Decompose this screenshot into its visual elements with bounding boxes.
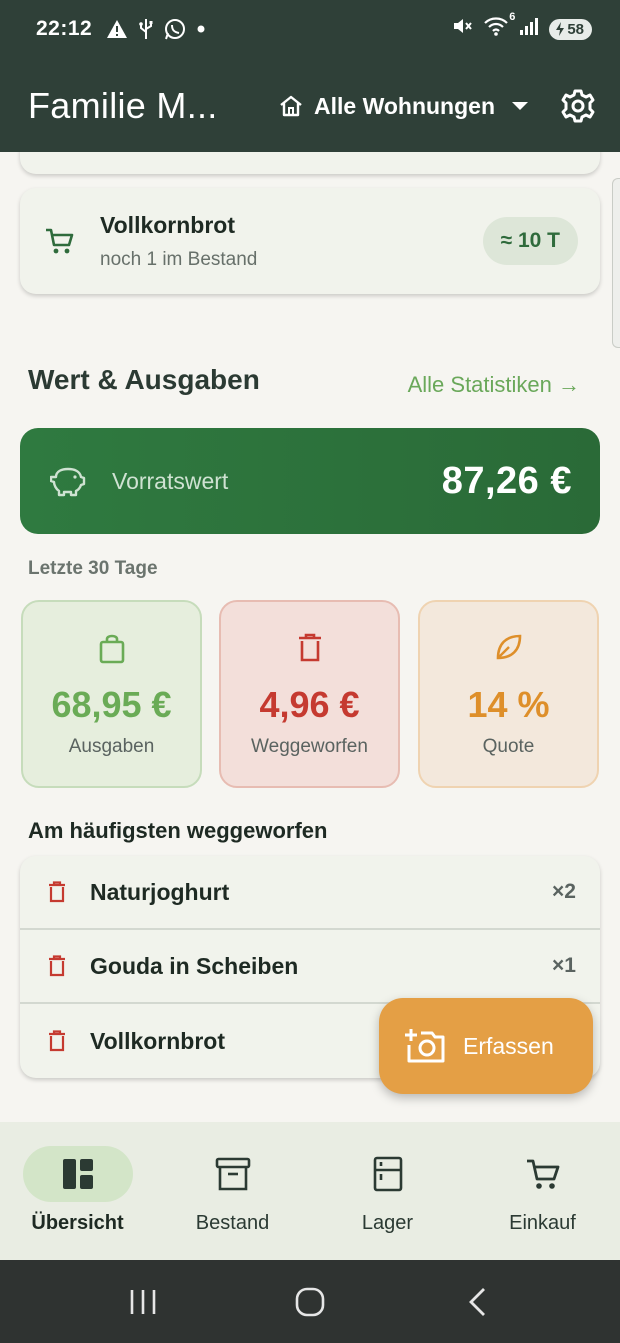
stat-spending-label: Ausgaben (68, 736, 155, 757)
dropdown-arrow-icon (511, 101, 529, 111)
stat-quota-label: Quote (482, 736, 535, 757)
alert-icon (106, 19, 128, 39)
nav-shopping-label: Einkauf (509, 1212, 576, 1234)
stats-section-header: Wert & Ausgaben Alle Statistiken → (28, 362, 580, 398)
usb-icon (138, 18, 154, 40)
settings-button[interactable] (560, 88, 596, 124)
system-navigation-bar (0, 1260, 620, 1343)
stock-value-amount: 87,26 € (441, 459, 572, 502)
home-select-label: Alle Wohnungen (314, 92, 496, 119)
expiring-item-card[interactable]: Vollkornbrot noch 1 im Bestand ≈ 10 T (20, 188, 600, 294)
fridge-icon (333, 1146, 443, 1202)
app-title: Familie M... (28, 85, 218, 126)
shopping-bag-icon (98, 632, 126, 666)
trash-icon (48, 1030, 68, 1052)
nav-shopping[interactable]: Einkauf (465, 1122, 620, 1260)
wifi-icon: 6 (483, 11, 515, 43)
dot-icon (196, 24, 206, 34)
home-icon (278, 94, 304, 118)
capture-fab-label: Erfassen (463, 1032, 554, 1059)
bottom-navigation: Übersicht Bestand Lager Einkauf (0, 1122, 620, 1260)
home-circle-icon (295, 1287, 325, 1317)
nav-overview[interactable]: Übersicht (0, 1122, 155, 1260)
scrollbar[interactable] (612, 178, 620, 348)
list-item[interactable]: Naturjoghurt ×2 (20, 856, 600, 930)
wasted-item-name: Gouda in Scheiben (90, 952, 299, 979)
signal-icon (519, 16, 539, 42)
nav-overview-label: Übersicht (31, 1212, 124, 1234)
settings-icon (560, 88, 596, 124)
stock-value-card[interactable]: Vorratswert 87,26 € (20, 428, 600, 534)
all-statistics-link[interactable]: Alle Statistiken → (408, 372, 580, 398)
dashboard-icon (22, 1146, 133, 1202)
stat-spending-value: 68,95 € (51, 684, 172, 725)
stat-wasted-value: 4,96 € (259, 684, 360, 725)
wifi-badge: 6 (509, 11, 516, 23)
item-stock-text: noch 1 im Bestand (100, 248, 258, 270)
cart-icon (44, 226, 78, 256)
stock-value-label: Vorratswert (112, 467, 229, 494)
trash-icon (297, 632, 323, 666)
battery-icon: 58 (549, 18, 592, 40)
back-icon (467, 1287, 487, 1317)
trash-icon (48, 881, 68, 903)
archive-icon (178, 1146, 288, 1202)
leaf-icon (494, 632, 524, 666)
nav-storage[interactable]: Lager (310, 1122, 465, 1260)
stat-tile-quota[interactable]: 14 % Quote (418, 600, 599, 788)
nav-stock-label: Bestand (195, 1212, 270, 1234)
list-item[interactable]: Gouda in Scheiben ×1 (20, 930, 600, 1004)
status-time: 22:12 (36, 17, 93, 40)
recent-apps-icon (128, 1289, 158, 1315)
period-label: Letzte 30 Tage (28, 558, 158, 579)
stat-quota-value: 14 % (467, 684, 550, 725)
previous-card-edge (20, 152, 600, 174)
nav-stock[interactable]: Bestand (155, 1122, 310, 1260)
back-button[interactable] (437, 1287, 517, 1317)
status-bar: 22:12 6 58 (0, 0, 620, 58)
stat-wasted-label: Weggeworfen (251, 736, 368, 757)
wasted-item-name: Vollkornbrot (90, 1027, 226, 1054)
stat-tile-spending[interactable]: 68,95 € Ausgaben (21, 600, 202, 788)
cart-icon (488, 1146, 598, 1202)
nav-storage-label: Lager (361, 1212, 414, 1234)
wasted-item-count: ×1 (552, 954, 576, 977)
whatsapp-icon (164, 18, 186, 40)
battery-level: 58 (567, 20, 584, 38)
days-left-badge: ≈ 10 T (482, 217, 578, 265)
wasted-item-name: Naturjoghurt (90, 878, 230, 905)
home-button[interactable] (270, 1287, 350, 1317)
capture-fab-button[interactable]: Erfassen (379, 998, 593, 1094)
main-content[interactable]: Vollkornbrot noch 1 im Bestand ≈ 10 T We… (0, 152, 620, 1122)
app-bar: Familie M... Alle Wohnungen (0, 60, 620, 152)
trash-icon (48, 955, 68, 977)
recent-apps-button[interactable] (103, 1289, 183, 1315)
section-title: Wert & Ausgaben (28, 364, 260, 395)
item-name: Vollkornbrot (100, 211, 236, 238)
most-wasted-title: Am häufigsten weggeworfen (28, 818, 328, 843)
home-select-dropdown[interactable]: Alle Wohnungen (278, 93, 529, 120)
mute-icon (451, 15, 473, 43)
add-photo-icon (405, 1027, 447, 1065)
piggy-bank-icon (50, 465, 88, 497)
top-bar: 22:12 6 58 Familie M... Alle Wohnungen (0, 0, 620, 152)
wasted-item-count: ×2 (552, 880, 576, 903)
stat-tile-wasted[interactable]: 4,96 € Weggeworfen (219, 600, 400, 788)
